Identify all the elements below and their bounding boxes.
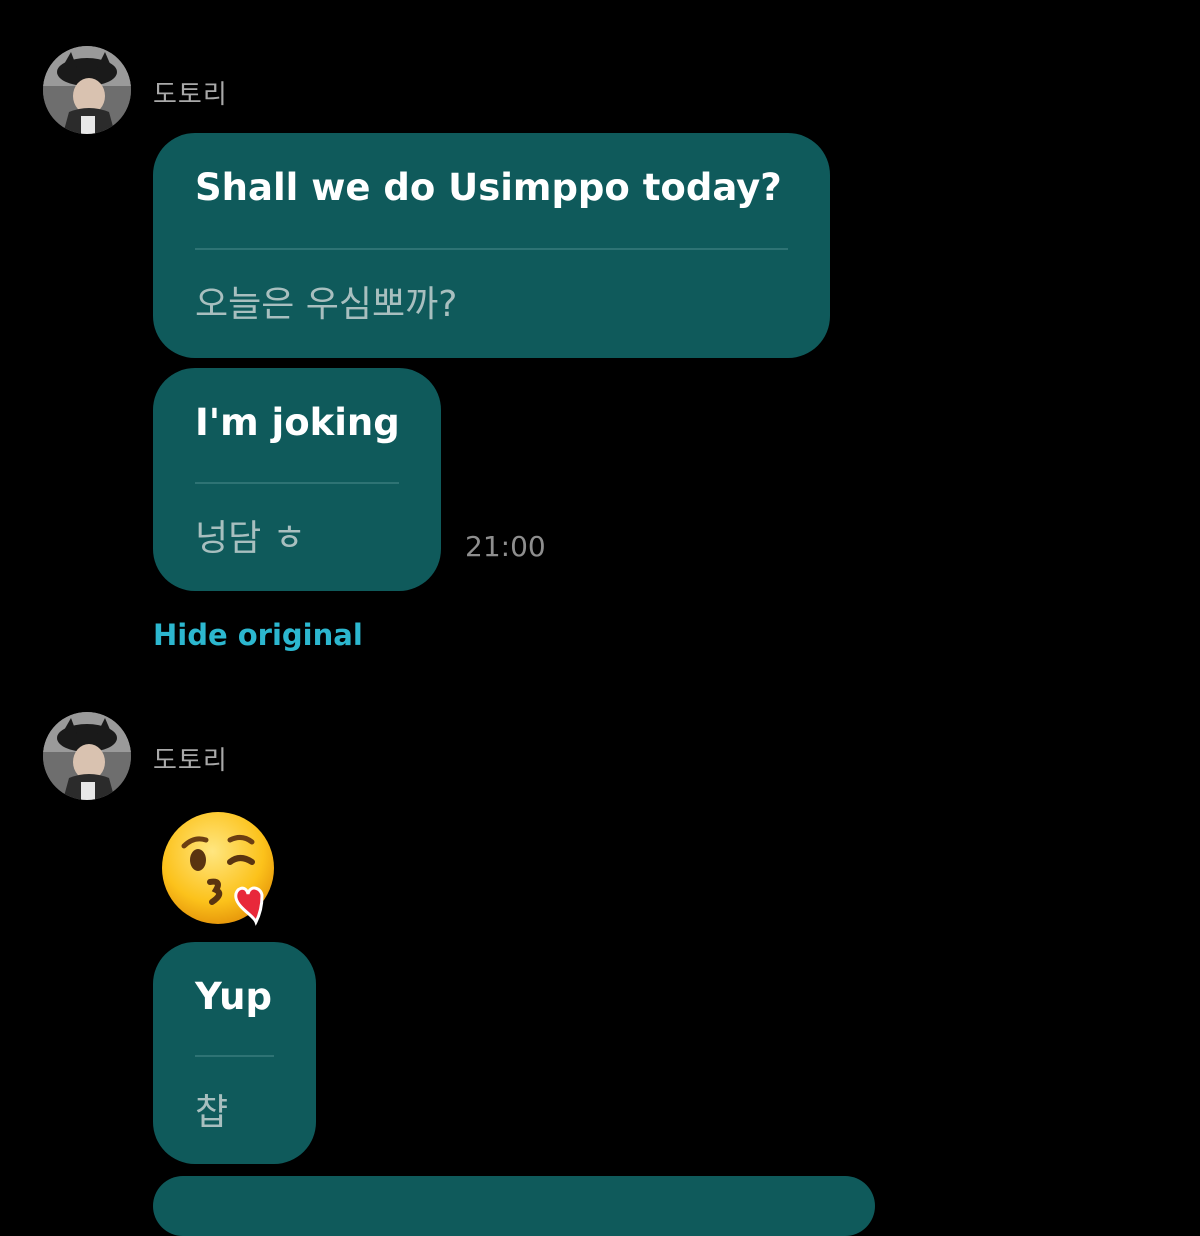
message-bubble[interactable]: I'm joking 넝담 ㅎ [153,368,441,591]
divider [195,248,788,250]
original-text: 넝담 ㅎ [195,518,306,559]
avatar[interactable] [43,712,131,800]
original-text: 오늘은 우심뽀까? [195,284,458,325]
message-bubble[interactable]: Yup 챱 [153,942,316,1164]
sender-name: 도토리 [153,746,228,776]
avatar-photo [43,712,131,800]
avatar[interactable] [43,46,131,134]
avatar-photo [43,46,131,134]
translated-text: Yup [195,975,272,1018]
sender-name: 도토리 [153,80,228,110]
message-bubble[interactable]: Shall we do Usimppo today? 오늘은 우심뽀까? [153,133,830,358]
hide-original-link[interactable]: Hide original [153,618,363,652]
divider [195,1055,274,1057]
translated-text: Shall we do Usimppo today? [195,166,782,209]
message-timestamp: 21:00 [465,530,546,563]
translated-text: I'm joking [195,401,400,444]
message-bubble-partial[interactable] [153,1176,875,1236]
original-text: 챱 [195,1092,229,1133]
divider [195,482,399,484]
face-blowing-a-kiss-icon[interactable] [158,810,286,926]
